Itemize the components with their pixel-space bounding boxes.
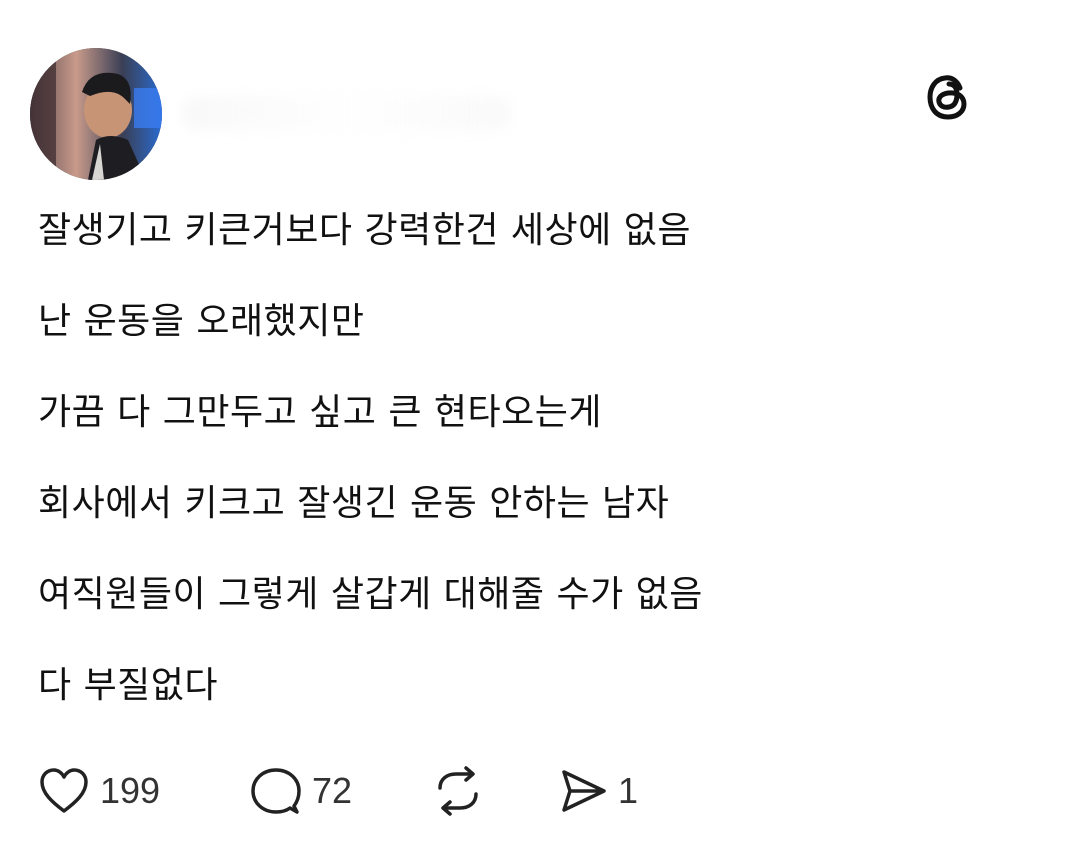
repost-button[interactable]	[432, 766, 560, 816]
reply-button[interactable]: 72	[250, 766, 432, 816]
like-count: 199	[100, 770, 161, 811]
send-icon	[562, 770, 606, 812]
heart-icon	[40, 768, 88, 813]
post-text-line: 잘생기고 키큰거보다 강력한건 세상에 없음	[38, 210, 691, 251]
post-content: 잘생기고 키큰거보다 강력한건 세상에 없음 난 운동을 오래했지만 가끔 다 …	[38, 208, 1044, 754]
post-text-line: 여직원들이 그렇게 살갑게 대해줄 수가 없음	[38, 574, 703, 615]
username-blurred	[182, 96, 512, 130]
comment-bubble-icon	[251, 768, 301, 814]
post-text-line: 다 부질없다	[38, 665, 219, 706]
share-button[interactable]: 1	[560, 768, 638, 814]
post-text-line: 난 운동을 오래했지만	[38, 301, 365, 342]
post-actions: 199 72 1	[38, 764, 638, 818]
avatar[interactable]	[30, 48, 162, 180]
threads-logo-icon	[924, 70, 974, 124]
like-button[interactable]: 199	[38, 767, 250, 815]
post-text-line: 가끔 다 그만두고 싶고 큰 현타오는게	[38, 392, 603, 433]
repost-icon	[438, 766, 478, 816]
reply-count: 72	[312, 770, 353, 811]
avatar-image	[30, 48, 162, 180]
post-text-line: 회사에서 키크고 잘생긴 운동 안하는 남자	[38, 483, 670, 524]
share-count: 1	[618, 770, 639, 811]
